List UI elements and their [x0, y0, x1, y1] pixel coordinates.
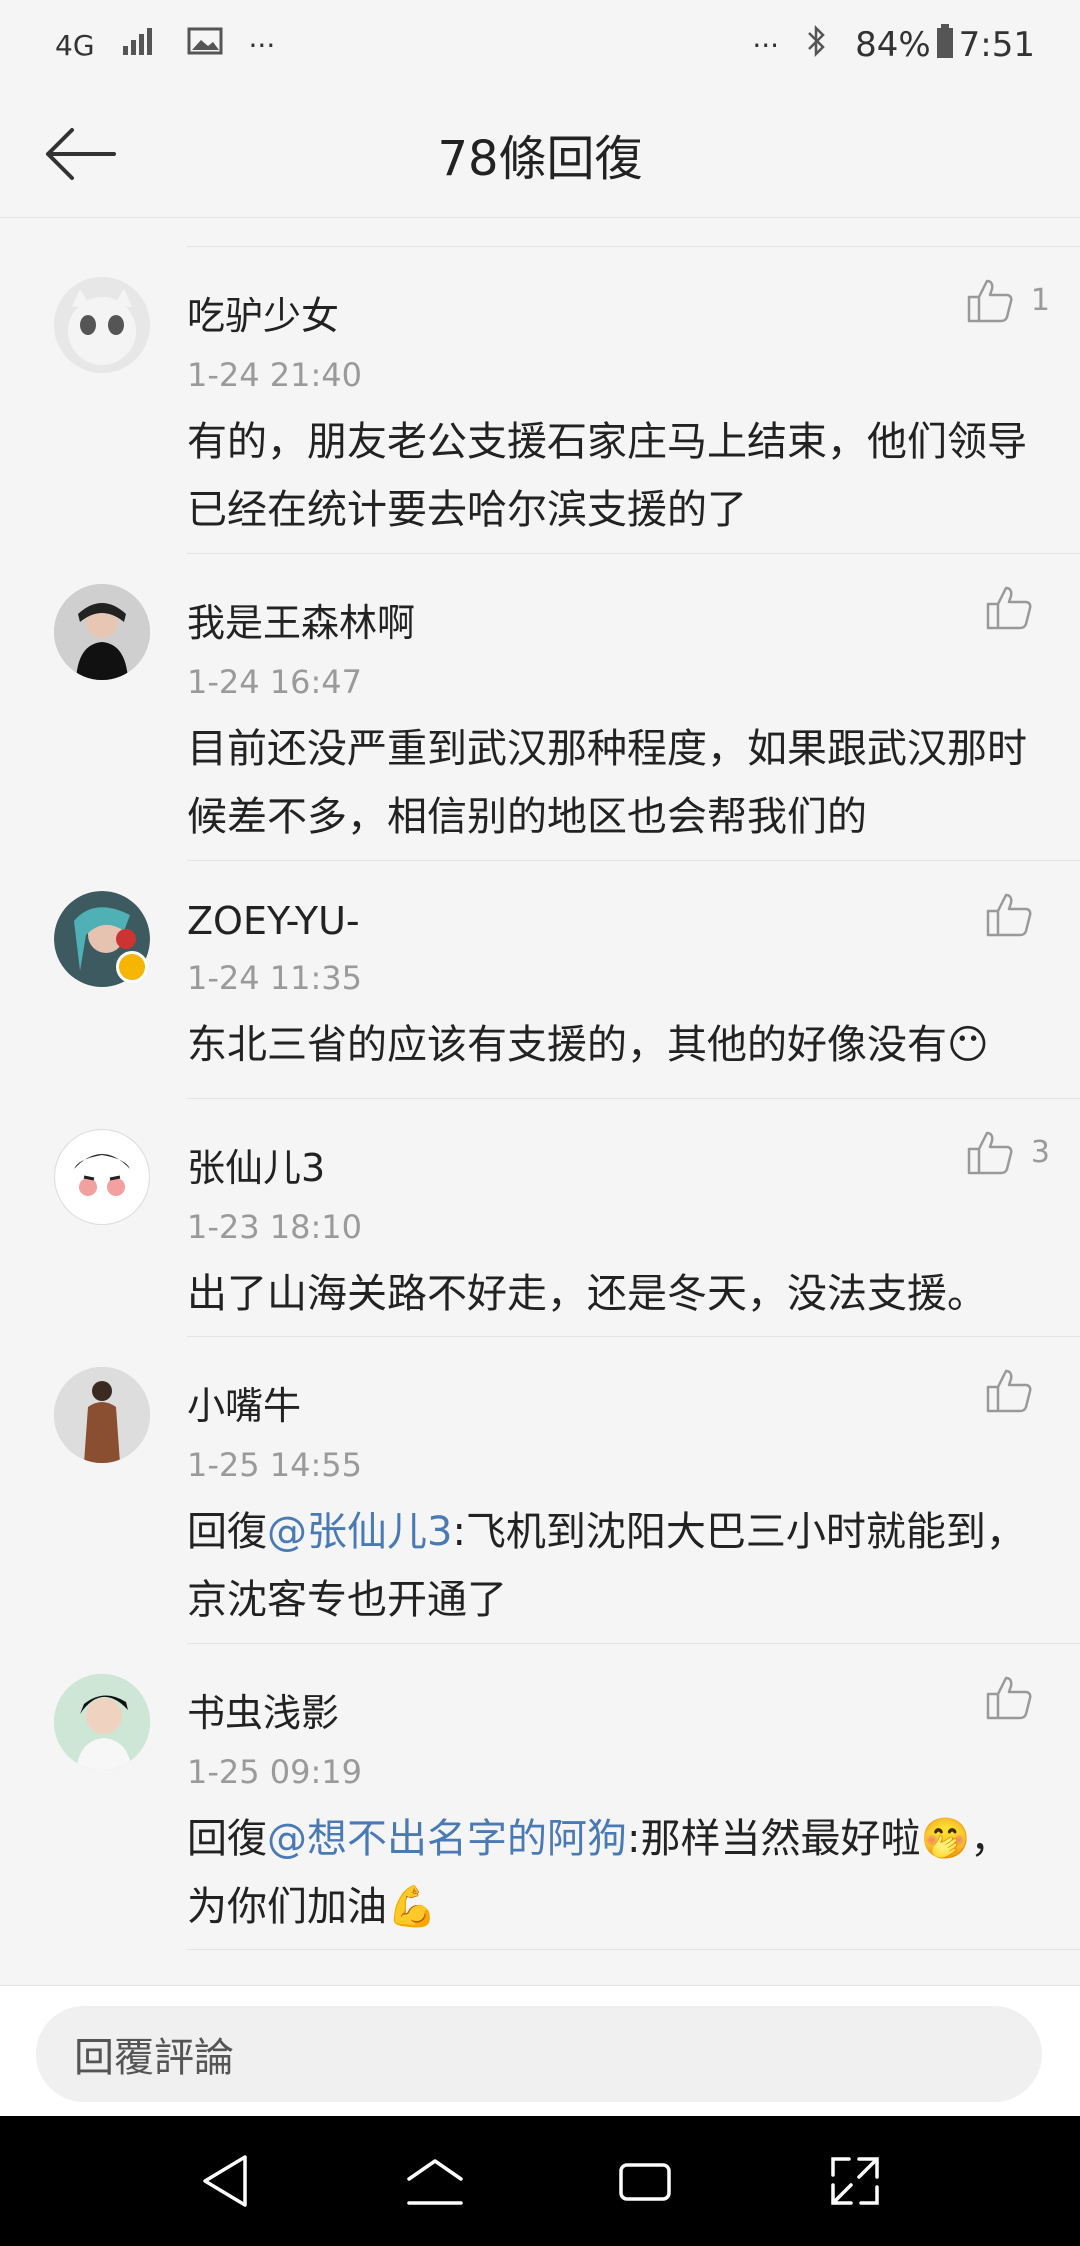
comment-author[interactable]: 小嘴牛 [187, 1337, 1080, 1430]
clock: 7:51 [958, 25, 1035, 65]
comment-item: 书虫浅影 1-25 09:19 回復@想不出名字的阿狗:那样当然最好啦🤭，为你们… [54, 1643, 1080, 1950]
comment-item: 小嘴牛 1-25 14:55 回復@张仙儿3:飞机到沈阳大巴三小时就能到，京沈客… [54, 1336, 1080, 1643]
comment-list: 1 吃驴少女 1-24 21:40 有的，朋友老公支援石家庄马上结束，他们领导已… [0, 246, 1080, 1950]
battery-percent: 84% [855, 25, 931, 65]
image-icon [187, 25, 223, 65]
avatar[interactable] [54, 1367, 150, 1463]
comment-text: 有的，朋友老公支援石家庄马上结束，他们领导已经在统计要去哈尔滨支援的了 [187, 419, 1027, 533]
reply-input[interactable]: 回覆評論 [36, 2006, 1042, 2102]
avatar[interactable] [54, 891, 150, 987]
thumbs-up-icon [986, 586, 1032, 630]
comment-time: 1-25 09:19 [187, 1753, 363, 1791]
comment-text: 回復@想不出名字的阿狗:那样当然最好啦🤭，为你们加油💪 [187, 1805, 1080, 1941]
bluetooth-icon [805, 23, 829, 68]
recents-icon [619, 2163, 671, 2201]
comment-text: 出了山海关路不好走，还是冬天，没法支援。 [187, 1271, 987, 1317]
like-button[interactable]: 3 [965, 1129, 1050, 1175]
reply-bar: 回覆評論 [0, 1985, 1080, 2116]
comment-time: 1-23 18:10 [187, 1208, 363, 1246]
header: 78條回復 [0, 90, 1080, 218]
comment-item: 3 张仙儿3 1-23 18:10 出了山海关路不好走，还是冬天，没法支援。 [54, 1098, 1080, 1336]
like-button[interactable] [984, 1367, 1050, 1413]
comment-author[interactable]: ZOEY-YU- [187, 861, 1080, 943]
comment-time: 1-24 21:40 [187, 356, 363, 394]
network-type: 4G [55, 28, 95, 62]
comment-author[interactable]: 我是王森林啊 [187, 554, 1080, 647]
nav-recents-button[interactable] [605, 2141, 685, 2221]
back-button[interactable] [40, 118, 120, 190]
thumbs-up-icon [986, 1369, 1032, 1413]
home-icon [407, 2159, 463, 2205]
avatar[interactable] [54, 1129, 150, 1225]
comment-author[interactable]: 张仙儿3 [187, 1099, 1080, 1192]
comment-time: 1-24 16:47 [187, 663, 363, 701]
system-nav-bar [0, 2116, 1080, 2246]
like-button[interactable]: 1 [965, 277, 1050, 323]
comment-item: 1 吃驴少女 1-24 21:40 有的，朋友老公支援石家庄马上结束，他们领导已… [54, 246, 1080, 553]
page-title: 78條回復 [437, 130, 643, 187]
battery-icon [935, 23, 955, 68]
thumbs-up-icon [967, 1131, 1013, 1175]
comment-text: 回復@张仙儿3:飞机到沈阳大巴三小时就能到，京沈客专也开通了 [187, 1498, 1080, 1634]
signal-icon [121, 25, 161, 65]
comment-time: 1-25 14:55 [187, 1446, 363, 1484]
avatar[interactable] [54, 277, 150, 373]
comment-text: 东北三省的应该有支援的，其他的好像没有😶 [187, 1022, 989, 1068]
comment-text: 目前还没严重到武汉那种程度，如果跟武汉那时候差不多，相信别的地区也会帮我们的 [187, 726, 1027, 840]
comment-author[interactable]: 吃驴少女 [187, 247, 1080, 340]
avatar[interactable] [54, 1674, 150, 1770]
comment-item: 我是王森林啊 1-24 16:47 目前还没严重到武汉那种程度，如果跟武汉那时候… [54, 553, 1080, 860]
thumbs-up-icon [986, 1676, 1032, 1720]
nav-expand-button[interactable] [815, 2141, 895, 2221]
comment-author[interactable]: 书虫浅影 [187, 1644, 1080, 1737]
like-count: 3 [1030, 1134, 1050, 1170]
status-bar: 4G ··· ··· 84% 7:51 [0, 0, 1080, 90]
arrow-left-icon [46, 128, 116, 180]
mention-link[interactable]: @想不出名字的阿狗 [267, 1816, 627, 1862]
nav-home-button[interactable] [395, 2141, 475, 2221]
mention-link[interactable]: @张仙儿3 [267, 1509, 452, 1555]
triangle-back-icon [203, 2155, 247, 2207]
comment-item: ZOEY-YU- 1-24 11:35 东北三省的应该有支援的，其他的好像没有😶 [54, 860, 1080, 1098]
thumbs-up-icon [986, 893, 1032, 937]
reply-prefix: 回復 [187, 1816, 267, 1862]
comment-time: 1-24 11:35 [187, 959, 363, 997]
thumbs-up-icon [967, 279, 1013, 323]
avatar[interactable] [54, 584, 150, 680]
like-count: 1 [1030, 282, 1050, 318]
like-button[interactable] [984, 1674, 1050, 1720]
overflow-icon: ··· [752, 28, 780, 62]
more-notifications-icon: ··· [248, 28, 276, 62]
expand-icon [831, 2157, 879, 2205]
reply-prefix: 回復 [187, 1509, 267, 1555]
verified-badge-icon [116, 951, 148, 983]
like-button[interactable] [984, 584, 1050, 630]
nav-back-button[interactable] [185, 2141, 265, 2221]
like-button[interactable] [984, 891, 1050, 937]
